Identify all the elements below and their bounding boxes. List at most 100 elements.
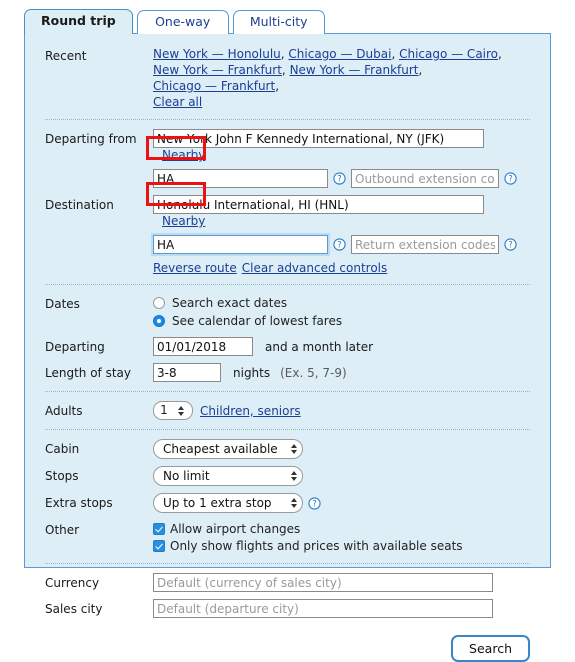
svg-text:?: ? xyxy=(337,241,342,251)
recent-clear-all-link[interactable]: Clear all xyxy=(153,95,202,109)
destination-code-input[interactable] xyxy=(153,235,328,254)
origin-nearby-link[interactable]: Nearby xyxy=(162,148,205,162)
dates-row: Dates Search exact dates See calendar of… xyxy=(45,294,530,330)
radio-lowest-fares-calendar[interactable]: See calendar of lowest fares xyxy=(153,312,342,330)
stops-selected-value: No limit xyxy=(163,469,210,483)
select-arrows-icon[interactable] xyxy=(289,444,298,454)
length-of-stay-row: Length of stay nights (Ex. 5, 7-9) xyxy=(45,363,530,382)
checkbox-allow-airport-changes-label: Allow airport changes xyxy=(170,521,301,536)
help-circle-icon[interactable]: ? xyxy=(333,172,346,185)
recent-sep-3: , xyxy=(281,63,290,77)
departing-date-row: Departing and a month later xyxy=(45,337,530,356)
destination-row: Destination Nearby xyxy=(45,195,530,228)
checkbox-allow-airport-changes[interactable]: Allow airport changes xyxy=(153,520,300,537)
adults-label: Adults xyxy=(45,404,83,418)
stops-row: Stops No limit xyxy=(45,466,530,486)
checkbox-checked-icon[interactable] xyxy=(153,522,165,535)
return-codes-row: ? ? xyxy=(45,235,530,254)
radio-circle-selected-icon[interactable] xyxy=(153,315,165,327)
recent-sep-1: , xyxy=(391,47,400,61)
recent-item-0[interactable]: New York — Honolulu xyxy=(153,47,281,61)
tab-round-trip[interactable]: Round trip xyxy=(24,9,133,34)
help-circle-icon[interactable]: ? xyxy=(504,172,517,185)
checkbox-checked-icon[interactable] xyxy=(153,539,165,552)
recent-item-1[interactable]: Chicago — Dubai xyxy=(288,47,391,61)
cabin-selected-value: Cheapest available xyxy=(163,442,278,456)
departing-from-row: Departing from Nearby xyxy=(45,129,530,162)
reverse-route-link[interactable]: Reverse route xyxy=(153,261,237,275)
extra-stops-row: Extra stops Up to 1 extra stop ? xyxy=(45,493,530,513)
checkbox-available-seats-only-label: Only show flights and prices with availa… xyxy=(170,538,463,553)
adults-stepper[interactable]: 1 xyxy=(153,401,193,420)
svg-text:?: ? xyxy=(312,499,317,509)
cabin-row: Cabin Cheapest available xyxy=(45,439,530,459)
other-options-row: Other Allow airport changes Only show fl… xyxy=(45,520,530,554)
extra-stops-select[interactable]: Up to 1 extra stop xyxy=(153,493,303,513)
currency-input[interactable] xyxy=(153,573,493,592)
svg-text:?: ? xyxy=(508,175,513,185)
outbound-codes-spacer xyxy=(45,169,153,172)
tab-multi-city[interactable]: Multi-city xyxy=(232,10,325,34)
recent-label: Recent xyxy=(45,49,87,63)
extra-stops-selected-value: Up to 1 extra stop xyxy=(163,496,272,510)
recent-sep-2: , xyxy=(498,47,502,61)
outbound-extension-codes-input[interactable] xyxy=(351,169,499,188)
destination-airport-input[interactable] xyxy=(153,195,484,214)
stepper-arrows-icon[interactable] xyxy=(177,405,186,416)
departing-date-input[interactable] xyxy=(153,337,253,356)
recent-item-3[interactable]: New York — Frankfurt xyxy=(153,63,282,77)
cabin-select[interactable]: Cheapest available xyxy=(153,439,303,459)
length-of-stay-input[interactable] xyxy=(153,363,221,382)
sales-city-row: Sales city xyxy=(45,599,530,618)
recent-item-2[interactable]: Chicago — Cairo xyxy=(399,47,498,61)
dates-label: Dates xyxy=(45,297,80,311)
search-action-row: Search xyxy=(25,625,550,662)
radio-lowest-fares-calendar-label: See calendar of lowest fares xyxy=(172,314,343,328)
sales-city-input[interactable] xyxy=(153,599,493,618)
divider-recent xyxy=(45,119,530,120)
divider-passengers xyxy=(45,429,530,430)
length-of-stay-label: Length of stay xyxy=(45,366,131,380)
children-seniors-link[interactable]: Children, seniors xyxy=(200,404,301,418)
search-button[interactable]: Search xyxy=(451,635,530,662)
select-arrows-icon[interactable] xyxy=(289,471,298,481)
help-circle-icon[interactable]: ? xyxy=(333,238,346,251)
stops-label: Stops xyxy=(45,469,79,483)
stops-select[interactable]: No limit xyxy=(153,466,303,486)
radio-circle-icon[interactable] xyxy=(153,297,165,309)
other-label: Other xyxy=(45,523,80,537)
origin-airport-input[interactable] xyxy=(153,129,484,148)
outbound-codes-row: ? ? xyxy=(45,169,530,188)
radio-search-exact-dates-label: Search exact dates xyxy=(172,296,288,310)
return-extension-codes-input[interactable] xyxy=(351,235,499,254)
cabin-label: Cabin xyxy=(45,442,80,456)
clear-advanced-controls-link[interactable]: Clear advanced controls xyxy=(242,261,388,275)
checkbox-available-seats-only[interactable]: Only show flights and prices with availa… xyxy=(153,537,463,554)
trip-type-tabs[interactable]: Round trip One-way Multi-city xyxy=(24,9,325,34)
help-circle-icon[interactable]: ? xyxy=(308,496,321,510)
destination-label: Destination xyxy=(45,198,114,212)
origin-code-input[interactable] xyxy=(153,169,328,188)
flight-search-panel: Recent New York — Honolulu, Chicago — Du… xyxy=(24,33,551,662)
length-of-stay-hint: (Ex. 5, 7-9) xyxy=(280,365,347,380)
help-circle-icon[interactable]: ? xyxy=(504,238,517,251)
route-links-row: Reverse route Clear advanced controls xyxy=(45,261,530,275)
adults-row: Adults 1 Children, seniors xyxy=(45,401,530,420)
recent-item-4[interactable]: New York — Frankfurt xyxy=(290,63,419,77)
tab-round-trip-label: Round trip xyxy=(41,13,116,28)
select-arrows-icon[interactable] xyxy=(289,498,298,508)
destination-nearby-link[interactable]: Nearby xyxy=(162,214,205,228)
recent-sep-5: , xyxy=(275,79,280,93)
currency-label: Currency xyxy=(45,576,100,590)
route-links-spacer xyxy=(45,261,153,264)
departing-label: Departing xyxy=(45,340,105,354)
sales-city-label: Sales city xyxy=(45,602,103,616)
tab-one-way[interactable]: One-way xyxy=(136,10,229,34)
currency-row: Currency xyxy=(45,573,530,592)
radio-search-exact-dates[interactable]: Search exact dates xyxy=(153,294,287,312)
svg-text:?: ? xyxy=(337,175,342,185)
tab-one-way-label: One-way xyxy=(155,14,211,29)
recent-item-5[interactable]: Chicago — Frankfurt xyxy=(153,79,275,93)
recent-searches-list: New York — Honolulu, Chicago — Dubai, Ch… xyxy=(153,46,525,110)
extra-stops-label: Extra stops xyxy=(45,496,113,510)
